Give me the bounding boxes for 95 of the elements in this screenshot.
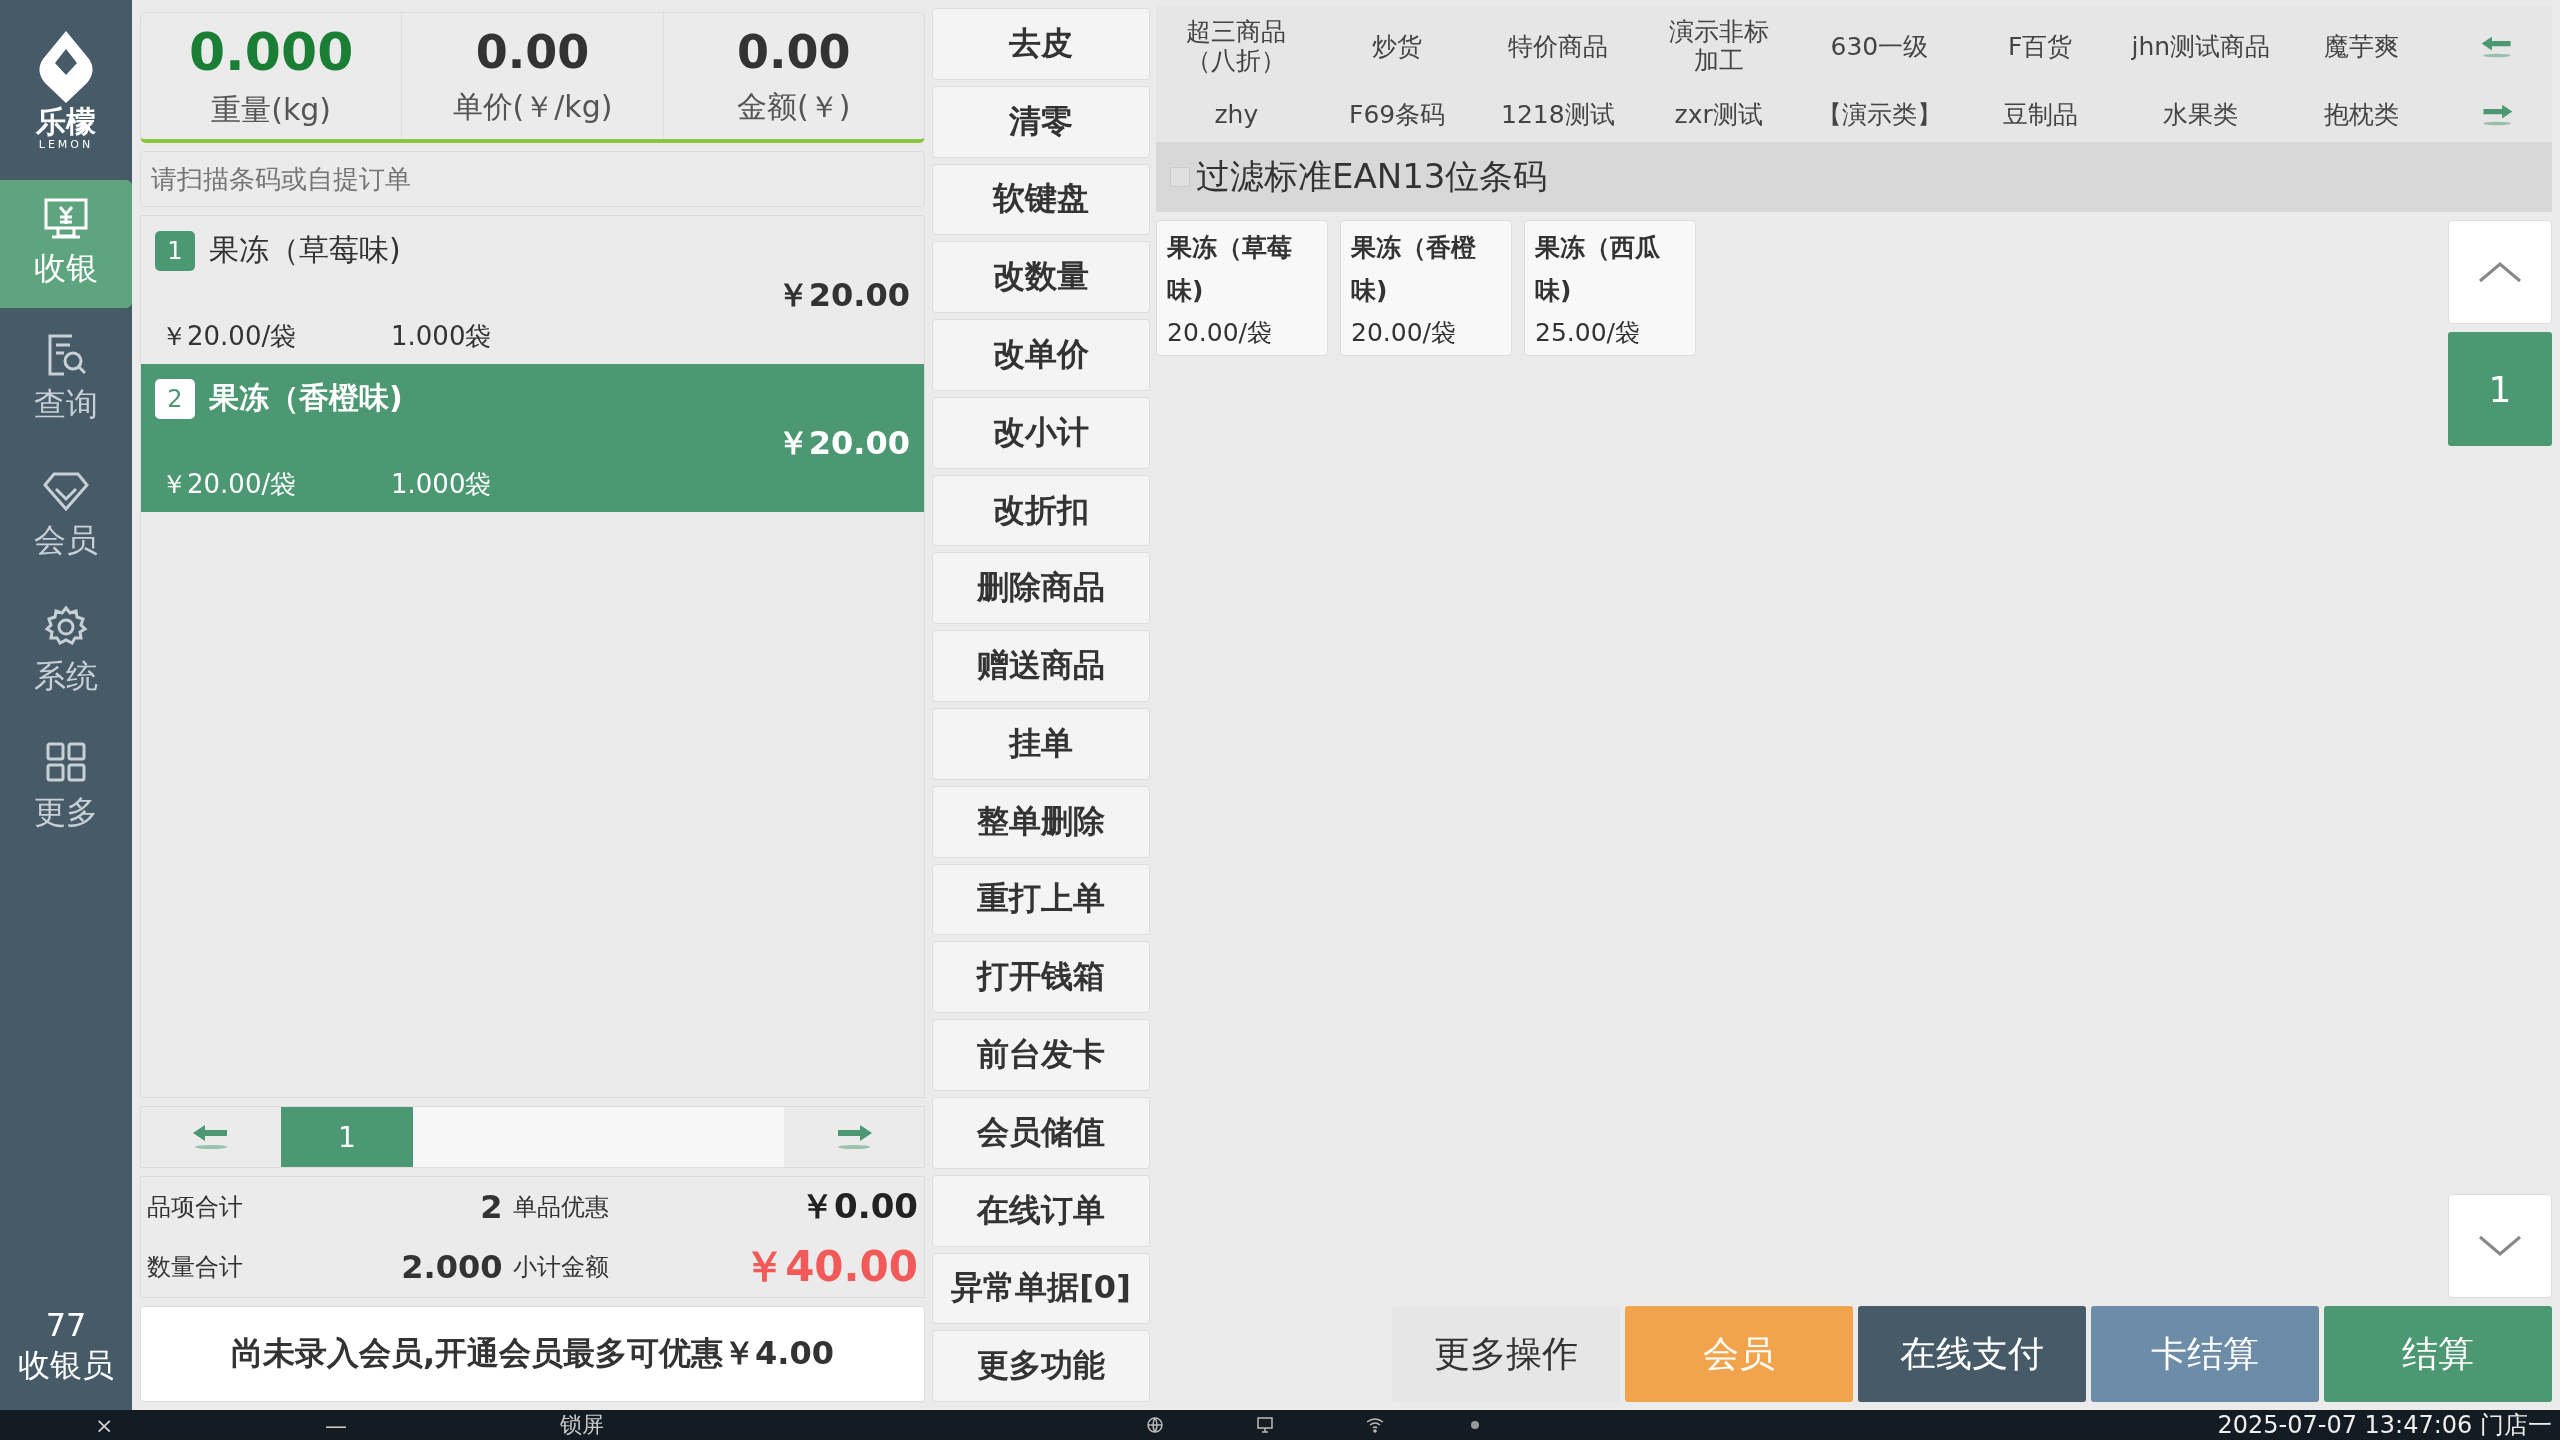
item-unit-price: ￥20.00/袋: [160, 468, 298, 501]
action-button[interactable]: 改数量: [932, 241, 1150, 314]
total-label: 小计金额: [512, 1252, 610, 1283]
payment-button[interactable]: 卡结算: [2091, 1306, 2319, 1402]
category-tab[interactable]: zxr测试: [1638, 100, 1799, 130]
operator-role: 收银员: [18, 1345, 114, 1386]
scale-value: 0.000: [188, 21, 354, 82]
category-tab[interactable]: F百货: [1959, 32, 2121, 62]
total-amount: ￥40.00: [742, 1241, 918, 1293]
product-name: 果冻（草莓味): [1167, 232, 1293, 307]
globe-icon[interactable]: [1146, 1416, 1164, 1434]
scale-label: 重量(kg): [211, 90, 332, 129]
category-tab[interactable]: 超三商品（八折）: [1156, 18, 1317, 76]
member-banner[interactable]: 尚未录入会员,开通会员最多可优惠￥4.00: [140, 1306, 925, 1402]
action-button[interactable]: 在线订单: [932, 1174, 1150, 1247]
scale-label: 金额(￥): [737, 87, 851, 126]
scale-value: 0.00: [737, 24, 851, 79]
action-button[interactable]: 赠送商品: [932, 630, 1150, 703]
payment-button[interactable]: 更多操作: [1392, 1306, 1620, 1402]
category-tab[interactable]: 水果类: [2120, 100, 2282, 130]
total-value: 2: [479, 1188, 504, 1226]
product-card[interactable]: 果冻（香橙味) 20.00/袋: [1340, 220, 1512, 356]
right-arrow-icon[interactable]: [2480, 103, 2514, 128]
product-price: 20.00/袋: [1167, 317, 1273, 349]
item-name: 果冻（香橙味): [209, 379, 403, 417]
product-price: 20.00/袋: [1351, 317, 1457, 349]
total-label: 数量合计: [147, 1252, 244, 1283]
status-dot-icon: [1470, 1420, 1480, 1430]
operator-id: 77: [45, 1306, 87, 1344]
product-name: 果冻（香橙味): [1351, 232, 1477, 307]
category-tab[interactable]: 抱枕类: [2281, 100, 2442, 130]
category-tab[interactable]: zhy: [1156, 100, 1317, 130]
item-quantity: 1.000袋: [391, 320, 492, 353]
category-tab[interactable]: 魔芋爽: [2281, 32, 2442, 62]
category-tab[interactable]: 豆制品: [1959, 100, 2121, 130]
total-label: 品项合计: [147, 1192, 244, 1223]
monitor-icon[interactable]: [1256, 1416, 1274, 1434]
item-unit-price: ￥20.00/袋: [160, 320, 298, 353]
item-quantity: 1.000袋: [391, 468, 492, 501]
logo-subtitle: LEMON: [38, 138, 94, 151]
close-button[interactable]: ×: [95, 1412, 114, 1438]
wifi-icon[interactable]: [1366, 1417, 1384, 1433]
chevron-up-icon: [2477, 260, 2523, 284]
sidebar-item[interactable]: 查询: [0, 316, 132, 444]
item-number: 1: [155, 230, 195, 271]
total-amount: ￥0.00: [799, 1185, 918, 1228]
action-button[interactable]: 改折扣: [932, 474, 1150, 547]
category-tab[interactable]: F69条码: [1316, 100, 1478, 130]
item-amount: ￥20.00: [776, 423, 910, 464]
action-button[interactable]: 清零: [932, 85, 1150, 158]
datetime-text: 2025-07-07 13:47:06 门店一: [2217, 1410, 2552, 1440]
left-arrow-icon[interactable]: [2480, 35, 2514, 60]
product-name: 果冻（西瓜味): [1535, 232, 1661, 307]
barcode-input-field[interactable]: 请扫描条码或自提订单: [140, 151, 925, 207]
action-button[interactable]: 改单价: [932, 319, 1150, 391]
item-name: 果冻（草莓味): [209, 231, 401, 269]
item-number: 2: [155, 378, 195, 419]
lock-screen-button[interactable]: 锁屏: [560, 1410, 604, 1440]
register-icon: [42, 197, 90, 241]
chevron-down-icon: [2477, 1234, 2523, 1258]
category-tab[interactable]: 【演示类】: [1799, 100, 1960, 130]
action-button[interactable]: 打开钱箱: [932, 941, 1150, 1014]
category-tab[interactable]: 炒货: [1316, 32, 1478, 62]
action-button[interactable]: 异常单据[0]: [932, 1252, 1150, 1325]
payment-button[interactable]: 在线支付: [1858, 1306, 2086, 1402]
item-amount: ￥20.00: [776, 275, 910, 316]
category-tab[interactable]: 1218测试: [1477, 100, 1639, 130]
category-tab[interactable]: 630一级: [1799, 32, 1960, 62]
action-button[interactable]: 会员储值: [932, 1096, 1150, 1169]
action-button[interactable]: 重打上单: [932, 863, 1150, 936]
action-button[interactable]: 整单删除: [932, 785, 1150, 858]
total-label: 单品优惠: [512, 1192, 610, 1223]
total-value: 2.000: [400, 1248, 504, 1286]
action-button[interactable]: 前台发卡: [932, 1019, 1150, 1091]
cart-item[interactable]: 1 果冻（草莓味) ￥20.00 ￥20.00/袋 1.000袋: [141, 216, 924, 364]
product-card[interactable]: 果冻（草莓味) 20.00/袋: [1156, 220, 1328, 356]
product-card[interactable]: 果冻（西瓜味) 25.00/袋: [1524, 220, 1696, 356]
scale-label: 单价(￥/kg): [452, 87, 613, 126]
action-button[interactable]: 挂单: [932, 708, 1150, 780]
category-tab[interactable]: 特价商品: [1477, 32, 1639, 62]
sidebar-item[interactable]: 会员: [0, 452, 132, 580]
category-tab[interactable]: jhn测试商品: [2120, 32, 2282, 62]
action-button[interactable]: 删除商品: [932, 552, 1150, 625]
filter-label: 过滤标准EAN13位条码: [1196, 155, 1548, 198]
action-button[interactable]: 软键盘: [932, 163, 1150, 236]
minimize-button[interactable]: —: [325, 1412, 347, 1438]
action-button[interactable]: 更多功能: [932, 1330, 1150, 1403]
action-button[interactable]: 改小计: [932, 396, 1150, 469]
sidebar-item[interactable]: 更多: [0, 724, 132, 852]
logo-text: 乐檬: [36, 105, 96, 138]
scale-value: 0.00: [475, 24, 590, 79]
action-button[interactable]: 去皮: [932, 8, 1150, 80]
sidebar-item[interactable]: 系统: [0, 588, 132, 716]
category-tab[interactable]: 演示非标加工: [1638, 18, 1799, 76]
product-price: 25.00/袋: [1535, 317, 1641, 349]
